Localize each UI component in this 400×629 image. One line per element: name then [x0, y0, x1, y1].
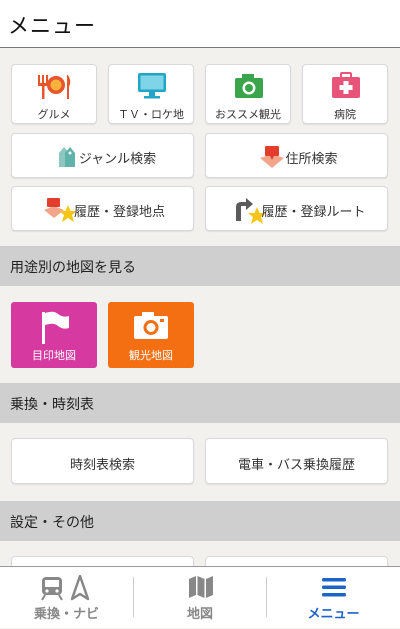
- page-title: メニュー: [8, 14, 96, 38]
- tab-label-map: 地図: [186, 607, 213, 622]
- gourmet-button[interactable]: グルメ: [11, 64, 97, 124]
- grid-label-tv: ＴＶ・ロケ地: [118, 108, 184, 121]
- camera-icon: [235, 74, 263, 98]
- landmark-map-label: 目印地図: [32, 349, 76, 362]
- gourmet-icon: [38, 75, 71, 99]
- grid-label-gourmet: グルメ: [37, 108, 71, 121]
- hospital-icon: [332, 72, 360, 98]
- history-points-button[interactable]: 履歴・登録地点: [11, 186, 194, 231]
- recommended-sightseeing-button[interactable]: おススメ観光: [205, 64, 291, 124]
- grid-label-hospital: 病院: [334, 108, 356, 121]
- bottom-tab-bar: 乗換・ナビ 地図 メニュー: [0, 566, 400, 628]
- section-title-maps: 用途別の地図を見る: [10, 260, 136, 276]
- tv-icon: [138, 73, 166, 99]
- camera-icon: [134, 312, 168, 339]
- landmark-map-button[interactable]: 目印地図: [11, 302, 97, 368]
- history-points-label: 履歴・登録地点: [73, 205, 165, 220]
- sightseeing-map-button[interactable]: 観光地図: [108, 302, 194, 368]
- header-bar: メニュー: [0, 0, 400, 48]
- flag-icon: [42, 311, 69, 344]
- grid-label-sightseeing: おススメ観光: [215, 108, 281, 121]
- address-search-label: 住所検索: [285, 152, 338, 167]
- train-navi-icon: [41, 575, 90, 601]
- tab-label-menu: メニュー: [307, 607, 360, 622]
- address-search-button[interactable]: 住所検索: [205, 133, 388, 178]
- section-title-settings: 設定・その他: [10, 515, 94, 531]
- transfer-history-button[interactable]: 電車・バス乗換履歴: [205, 438, 388, 484]
- genre-search-label: ジャンル検索: [78, 152, 157, 167]
- tab-map[interactable]: 地図: [134, 567, 266, 629]
- section-header-settings: 設定・その他: [0, 501, 400, 541]
- timetable-search-label: 時刻表検索: [69, 458, 135, 473]
- timetable-search-button[interactable]: 時刻表検索: [11, 438, 194, 484]
- transfer-history-label: 電車・バス乗換履歴: [237, 458, 355, 473]
- section-header-maps: 用途別の地図を見る: [0, 246, 400, 286]
- tv-location-button[interactable]: ＴＶ・ロケ地: [108, 64, 194, 124]
- menu-icon: [322, 578, 346, 597]
- history-routes-label: 履歴・登録ルート: [261, 205, 366, 220]
- tab-transit-navi[interactable]: 乗換・ナビ: [0, 567, 133, 629]
- sightseeing-map-label: 観光地図: [129, 349, 173, 362]
- section-title-transit: 乗換・時刻表: [10, 397, 94, 413]
- hospital-button[interactable]: 病院: [302, 64, 388, 124]
- tab-label-transit-navi: 乗換・ナビ: [33, 607, 99, 622]
- tab-menu[interactable]: メニュー: [267, 567, 400, 629]
- map-icon: [189, 576, 213, 598]
- genre-search-button[interactable]: ジャンル検索: [11, 133, 194, 178]
- section-header-transit: 乗換・時刻表: [0, 383, 400, 423]
- history-routes-button[interactable]: 履歴・登録ルート: [205, 186, 388, 231]
